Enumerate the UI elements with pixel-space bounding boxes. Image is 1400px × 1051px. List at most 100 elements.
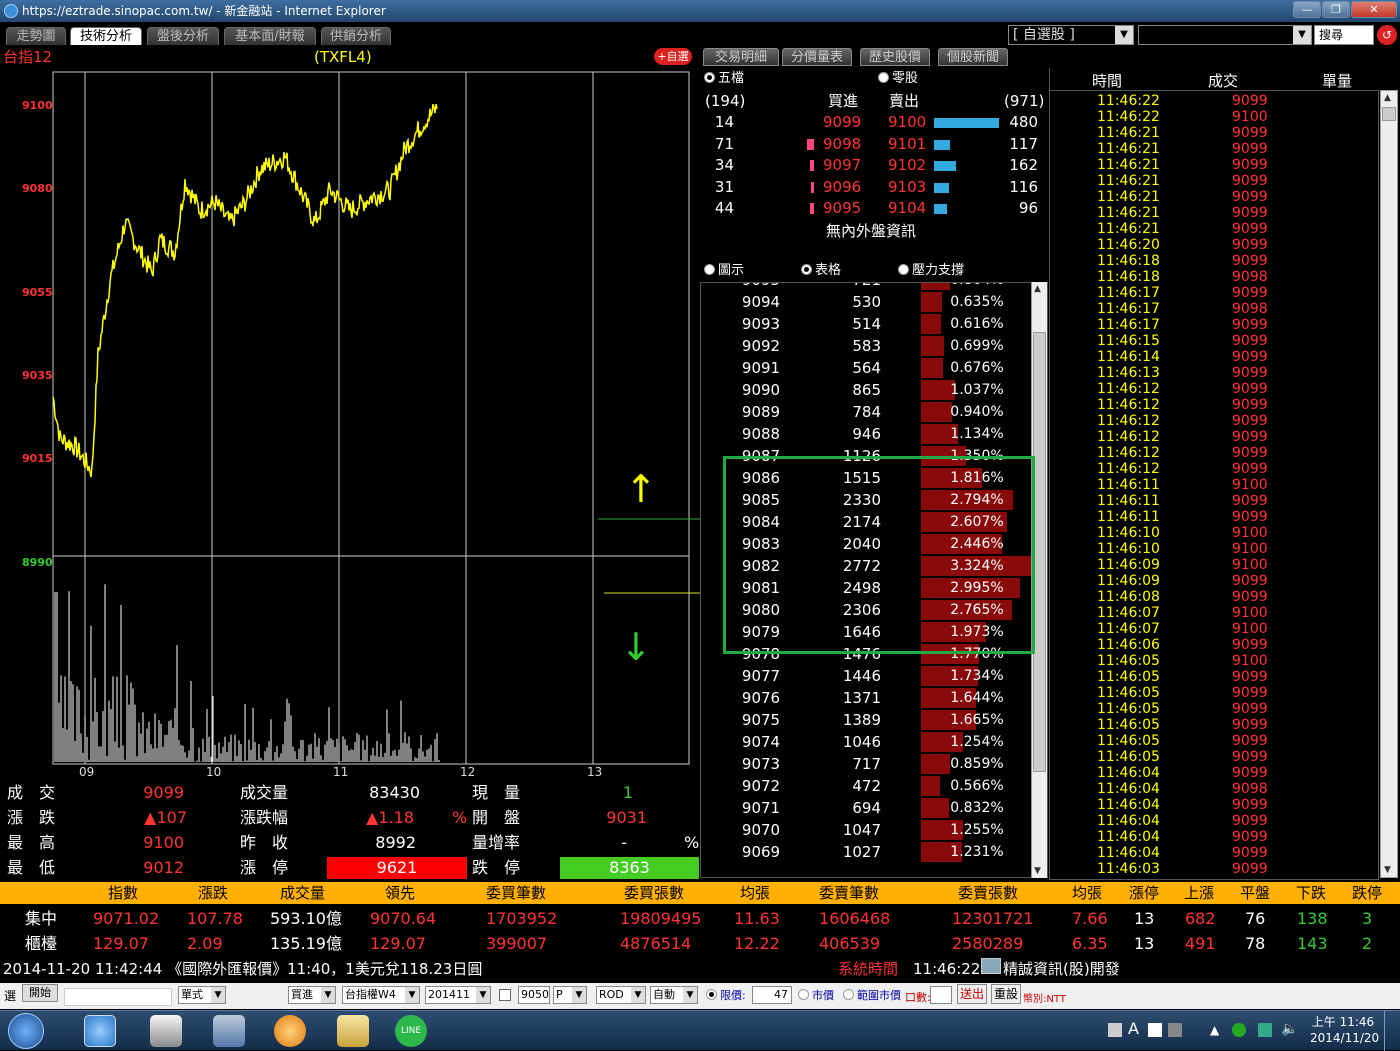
trade-row[interactable]: 11:46:15 9099 1 [1050,333,1378,349]
back-icon[interactable]: ↺ [1377,25,1397,45]
scroll-up-icon[interactable]: ▲ [1384,93,1391,103]
reset-button[interactable]: 重設 [991,984,1021,1004]
trade-row[interactable]: 11:46:17 9098 1 [1050,301,1378,317]
bid-price[interactable]: 9097 [823,155,861,175]
trade-row[interactable]: 11:46:12 9099 2 [1050,429,1378,445]
market-row[interactable]: 集中 9071.02 107.78 593.10億 9070.64 1703952 1980… [0,907,1400,931]
trade-row[interactable]: 11:46:07 9100 3 [1050,605,1378,621]
tray-icon[interactable] [1108,1023,1122,1037]
profile-row[interactable]: 9069 1027 1.231% [701,841,1031,863]
limit-price-input[interactable]: 47 [752,986,792,1004]
market-row[interactable]: 櫃檯 129.07 2.09 135.19億 129.07 399007 4876514 12… [0,932,1400,956]
profile-row[interactable]: 9088 946 1.134% [701,423,1031,445]
tab-trend[interactable]: 走勢圖 [6,27,66,45]
profile-row[interactable]: 9092 583 0.699% [701,335,1031,357]
trade-row[interactable]: 11:46:09 9100 2 [1050,557,1378,573]
maximize-button[interactable]: ❐ [1322,1,1350,18]
auto-select[interactable]: 自動 ▼ [650,986,698,1004]
tray-icon[interactable] [1232,1023,1246,1037]
trade-row[interactable]: 11:46:21 9099 1 [1050,157,1378,173]
profile-row[interactable]: 9091 564 0.676% [701,357,1031,379]
scroll-down-icon[interactable]: ▼ [1034,866,1041,876]
ask-price[interactable]: 9102 [888,155,926,175]
trade-row[interactable]: 11:46:04 9099 10 [1050,797,1378,813]
tray-icon[interactable] [1148,1023,1162,1037]
profile-row[interactable]: 9074 1046 1.254% [701,731,1031,753]
ime-icon[interactable]: A [1128,1019,1139,1038]
trade-row[interactable]: 11:46:12 9099 1 [1050,413,1378,429]
show-hidden-icon[interactable]: ▲ [1210,1023,1219,1037]
trade-row[interactable]: 11:46:10 9100 2 [1050,541,1378,557]
ask-price[interactable]: 9104 [888,198,926,218]
rod-select[interactable]: ROD ▼ [596,986,646,1004]
qty-input[interactable] [930,986,952,1004]
search-input[interactable]: 搜尋 [1314,25,1374,45]
trade-row[interactable]: 11:46:04 9099 1 [1050,813,1378,829]
trade-row[interactable]: 11:46:21 9099 24 [1050,221,1378,237]
trade-row[interactable]: 11:46:05 9099 1 [1050,717,1378,733]
profile-row[interactable]: 9090 865 1.037% [701,379,1031,401]
trade-row[interactable]: 11:46:11 9099 1 [1050,509,1378,525]
clock[interactable]: 上午 11:46 2014/11/20 [1310,1014,1379,1046]
trade-row[interactable]: 11:46:10 9100 1 [1050,525,1378,541]
radio-five-level[interactable]: 五檔 [704,71,744,87]
minimize-button[interactable]: — [1293,1,1321,18]
profile-row[interactable]: 9071 694 0.832% [701,797,1031,819]
profile-row[interactable]: 9093 514 0.616% [701,313,1031,335]
scroll-down-icon[interactable]: ▼ [1384,865,1391,875]
trade-row[interactable]: 11:46:03 9099 2 [1050,861,1378,877]
tab-supply[interactable]: 供銷分析 [321,27,391,45]
line-icon[interactable]: LINE [395,1015,427,1047]
profile-row[interactable]: 9077 1446 1.734% [701,665,1031,687]
profile-row[interactable]: 9075 1389 1.665% [701,709,1031,731]
tab-news[interactable]: 個股新聞 [938,48,1008,66]
trade-row[interactable]: 11:46:21 9099 4 [1050,173,1378,189]
start-button[interactable]: 開始 [22,984,58,1002]
strike-checkbox[interactable] [499,989,511,1001]
trade-row[interactable]: 11:46:18 9099 1 [1050,253,1378,269]
media-player-icon[interactable] [150,1015,182,1047]
call-put-select[interactable]: P ▼ [553,986,587,1004]
account-input[interactable] [64,988,172,1006]
tab-price-volume[interactable]: 分價量表 [782,48,852,66]
trade-row[interactable]: 11:46:17 9099 1 [1050,317,1378,333]
tab-history[interactable]: 歷史股價 [860,48,930,66]
network-icon[interactable] [1258,1023,1272,1037]
trade-row[interactable]: 11:46:05 9099 5 [1050,701,1378,717]
trade-row[interactable]: 11:46:05 9099 1 [1050,733,1378,749]
trade-row[interactable]: 11:46:21 9099 2 [1050,205,1378,221]
radio-table-view[interactable]: 表格 [801,263,841,279]
trade-row[interactable]: 11:46:21 9099 2 [1050,141,1378,157]
trade-row[interactable]: 11:46:11 9100 1 [1050,477,1378,493]
trade-row[interactable]: 11:46:07 9100 2 [1050,621,1378,637]
tray-icon[interactable] [1168,1023,1182,1037]
trade-row[interactable]: 11:46:04 9098 1 [1050,781,1378,797]
trade-row[interactable]: 11:46:12 9099 1 [1050,397,1378,413]
trade-row[interactable]: 11:46:06 9099 2 [1050,637,1378,653]
radio-icon-view[interactable]: 圖示 [704,263,744,279]
bid-price[interactable]: 9096 [823,177,861,197]
ie-icon[interactable] [84,1015,116,1047]
trade-row[interactable]: 11:46:17 9099 2 [1050,285,1378,301]
ask-price[interactable]: 9103 [888,177,926,197]
profile-row[interactable]: 9070 1047 1.255% [701,819,1031,841]
trade-row[interactable]: 11:46:11 9099 1 [1050,493,1378,509]
profile-row[interactable]: 9073 717 0.859% [701,753,1031,775]
send-button[interactable]: 送出 [957,984,987,1004]
trade-row[interactable]: 11:46:14 9099 1 [1050,349,1378,365]
browser-icon[interactable] [274,1015,306,1047]
trade-row[interactable]: 11:46:04 9099 1 [1050,829,1378,845]
add-watchlist-button[interactable]: +自選 [654,48,692,65]
bid-price[interactable]: 9099 [823,112,861,132]
trade-row[interactable]: 11:46:04 9099 1 [1050,845,1378,861]
bid-price[interactable]: 9098 [823,134,861,154]
trade-row[interactable]: 11:46:04 9099 1 [1050,765,1378,781]
tab-fundamentals[interactable]: 基本面/財報 [224,27,316,45]
trade-row[interactable]: 11:46:09 9099 1 [1050,573,1378,589]
month-select[interactable]: 201411 ▼ [425,986,491,1004]
market-price-radio[interactable]: 市價 [798,988,834,1004]
tab-technical[interactable]: 技術分析 [70,27,142,45]
product-select[interactable]: 台指權W4 ▼ [342,986,420,1004]
strike-input[interactable]: 9050 [518,986,550,1004]
trade-row[interactable]: 11:46:08 9099 3 [1050,589,1378,605]
